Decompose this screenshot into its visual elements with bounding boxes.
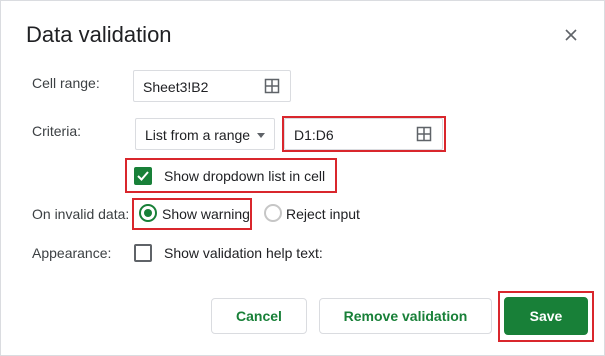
criteria-range-value: D1:D6	[294, 127, 334, 143]
reject-input-radio[interactable]	[264, 204, 282, 222]
dialog-title: Data validation	[26, 22, 172, 47]
criteria-type-dropdown[interactable]: List from a range	[135, 118, 275, 150]
criteria-label: Criteria:	[32, 123, 82, 139]
grid-select-icon[interactable]	[264, 78, 280, 94]
data-validation-dialog: Data validation Cell range: Sheet3!B2 Cr…	[0, 0, 605, 356]
save-button[interactable]: Save	[504, 297, 588, 335]
chevron-down-icon	[257, 133, 265, 138]
cancel-button[interactable]: Cancel	[211, 298, 307, 334]
reject-input-label: Reject input	[286, 206, 360, 222]
show-dropdown-checkbox[interactable]	[134, 167, 152, 185]
close-icon[interactable]	[561, 25, 581, 45]
remove-validation-button[interactable]: Remove validation	[319, 298, 492, 334]
criteria-range-input[interactable]: D1:D6	[284, 118, 443, 150]
criteria-type-value: List from a range	[145, 127, 251, 143]
show-warning-label: Show warning	[162, 206, 250, 222]
help-text-label: Show validation help text:	[164, 245, 323, 261]
cell-range-value: Sheet3!B2	[143, 79, 209, 95]
on-invalid-label: On invalid data:	[32, 206, 130, 222]
cell-range-input[interactable]: Sheet3!B2	[133, 70, 291, 102]
show-dropdown-label: Show dropdown list in cell	[164, 168, 326, 184]
grid-select-icon[interactable]	[416, 126, 432, 142]
appearance-label: Appearance:	[32, 245, 112, 261]
show-warning-radio[interactable]	[139, 204, 157, 222]
help-text-checkbox[interactable]	[134, 244, 152, 262]
cell-range-label: Cell range:	[32, 75, 100, 91]
